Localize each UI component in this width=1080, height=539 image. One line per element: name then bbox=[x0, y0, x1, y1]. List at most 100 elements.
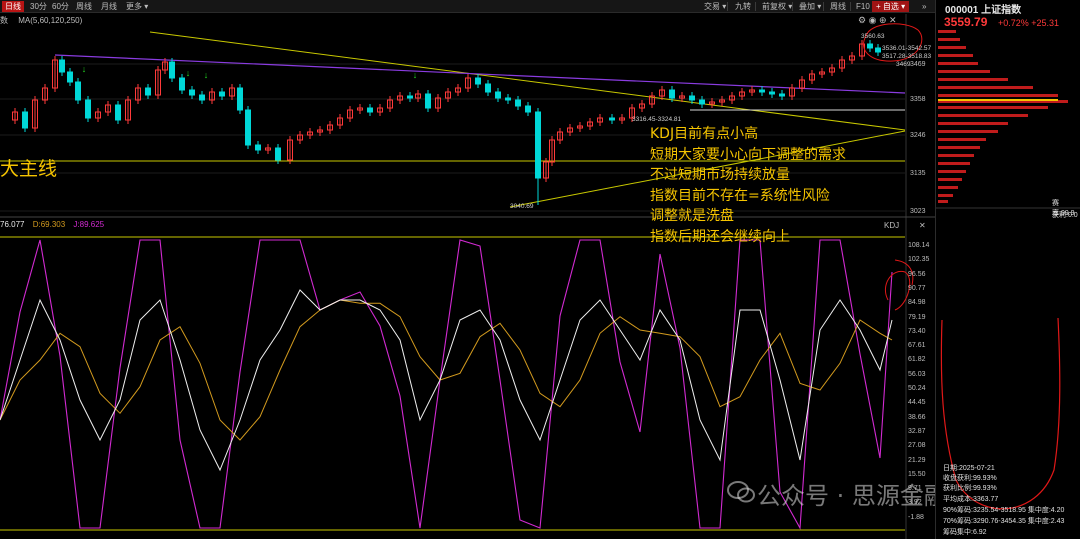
candle-body bbox=[219, 91, 225, 97]
candle-body bbox=[145, 87, 151, 96]
kdj-axis-tick: 73.40 bbox=[908, 327, 926, 335]
price-tick: 3246 bbox=[910, 132, 926, 139]
kdj-axis-tick: 56.03 bbox=[908, 370, 926, 378]
chip-bar bbox=[938, 78, 1008, 81]
settings-icons: ⚙ ◉ ⊕ ✕ bbox=[858, 15, 897, 26]
candle-body bbox=[85, 99, 91, 119]
chip-bar bbox=[938, 138, 986, 141]
gear-icon[interactable]: ⚙ bbox=[858, 15, 866, 25]
price-tick: 3023 bbox=[910, 208, 926, 215]
kdj-axis-tick: 61.82 bbox=[908, 356, 926, 364]
annotation-line: 短期大家要小心向下调整的需求 bbox=[650, 146, 846, 163]
candle-body bbox=[515, 99, 521, 107]
candle-body bbox=[699, 99, 705, 105]
price-tick: 3469 bbox=[910, 61, 926, 68]
plus-icon[interactable]: ⊕ bbox=[879, 15, 887, 25]
candle-body bbox=[609, 117, 615, 121]
candle-body bbox=[179, 77, 185, 91]
kdj-d-value: D:69.303 bbox=[32, 220, 66, 229]
info-line: 日期:2025-07-21 bbox=[943, 465, 995, 472]
ma-legend: 数 MA(5,60,120,250) bbox=[0, 15, 82, 26]
watermark: 公众号 · 思源金融 bbox=[757, 482, 948, 510]
chip-bar bbox=[938, 146, 980, 149]
annotation-line: 不过短期市场持续放量 bbox=[650, 167, 790, 183]
candle-body bbox=[759, 89, 765, 93]
chip-bar bbox=[938, 154, 974, 157]
kdj-axis-tick: 50.24 bbox=[908, 385, 926, 392]
kdj-k-value: 76.077 bbox=[0, 220, 25, 229]
close-icon[interactable]: ✕ bbox=[889, 15, 897, 25]
chip-bar bbox=[938, 94, 1058, 97]
kdj-axis-tick: 79.19 bbox=[908, 313, 926, 321]
kdj-axis-tick: 38.66 bbox=[908, 413, 926, 421]
chip-bar bbox=[938, 178, 962, 181]
kdj-axis-tick: 90.77 bbox=[908, 284, 926, 292]
info-line: 70%筹码:3290.76-3454.35 集中度:2.43 bbox=[943, 518, 1065, 525]
annotation-line: 指数后期还会继续向上 bbox=[650, 228, 790, 245]
kdj-axis-tick: 84.98 bbox=[908, 299, 926, 307]
info-line: 90%筹码:3235.54-3518.95 集中度:4.20 bbox=[943, 507, 1065, 514]
box1-label: 3536.01-3542.57 bbox=[882, 45, 932, 52]
down-arrow-icon: ↓ bbox=[204, 70, 209, 80]
candle-body bbox=[779, 93, 785, 97]
info-line: 筹码集中:6.92 bbox=[943, 529, 987, 536]
kdj-k-line bbox=[0, 289, 893, 472]
chip-bar bbox=[938, 46, 966, 49]
kdj-j-value: J:89.625 bbox=[73, 220, 105, 229]
kdj-axis-tick: 27.08 bbox=[908, 442, 926, 450]
chip-bar bbox=[938, 38, 960, 41]
candle-body bbox=[115, 104, 121, 121]
info-line: 获利比例:99.93% bbox=[943, 485, 997, 492]
info-line: 收盘获利:99.93% bbox=[943, 475, 997, 482]
high-price-label: 3560.63 bbox=[861, 33, 885, 40]
box2-label: 3517.28-3518.83 bbox=[882, 53, 932, 60]
candle-body bbox=[75, 81, 81, 101]
kdj-close-icon[interactable]: ✕ bbox=[919, 221, 926, 230]
candle-body bbox=[425, 93, 431, 109]
candle-body bbox=[485, 83, 491, 93]
down-arrow-icon: ↓ bbox=[82, 64, 87, 74]
annotation-line: 调整就是洗盘 bbox=[650, 208, 734, 224]
box-mid-label: 3469 bbox=[896, 61, 911, 68]
candle-body bbox=[59, 59, 65, 73]
chip-bar bbox=[938, 54, 973, 57]
price-tick: 3135 bbox=[910, 170, 926, 177]
range-mid-label: 3316.45-3324.81 bbox=[632, 116, 682, 123]
candle-body bbox=[255, 144, 261, 151]
candle-body bbox=[867, 43, 873, 49]
main-left-label: 数 bbox=[0, 16, 8, 25]
kdj-title: KDJ bbox=[884, 221, 900, 230]
candle-body bbox=[275, 147, 281, 161]
chip-distribution bbox=[936, 30, 1080, 510]
main-line-label: 大主线 bbox=[0, 158, 58, 180]
chip-bar bbox=[938, 194, 953, 197]
signal-arrows: ↓ ↓ ↓ ↓ bbox=[82, 64, 418, 80]
candle-body bbox=[169, 61, 175, 79]
kdj-axis-tick: -1.88 bbox=[908, 513, 924, 521]
chip-bar bbox=[938, 70, 990, 73]
quote-panel: 000001 上证指数 3559.79 +0.72% +25.31 赛率:99.… bbox=[935, 0, 1080, 539]
candle-body bbox=[237, 87, 243, 111]
candle-body bbox=[189, 89, 195, 96]
candle-body bbox=[22, 111, 28, 129]
candle-body bbox=[495, 91, 501, 99]
chip-bar bbox=[938, 186, 958, 189]
candle-body bbox=[505, 97, 511, 101]
kdj-axis-tick: 67.61 bbox=[908, 342, 926, 350]
down-arrow-icon: ↓ bbox=[413, 70, 418, 80]
eye-icon[interactable]: ◉ bbox=[869, 15, 877, 25]
candle-body bbox=[875, 47, 881, 53]
candle-body bbox=[689, 95, 695, 101]
annotation-text: KDJ目前有点小高 短期大家要小心向下调整的需求 不过短期市场持续放量 指数目前… bbox=[650, 124, 846, 247]
candle-body bbox=[245, 109, 251, 146]
ma-legend-text: MA(5,60,120,250) bbox=[18, 16, 83, 25]
chip-bar bbox=[938, 114, 1028, 117]
chip-bar bbox=[938, 170, 966, 173]
info-line: 平均成本:3363.77 bbox=[943, 496, 999, 503]
kdj-axis-tick: 102.35 bbox=[908, 256, 930, 264]
kdj-d-line bbox=[0, 299, 893, 441]
candle-body bbox=[769, 91, 775, 95]
candle-body bbox=[525, 105, 531, 113]
kdj-axis-tick: 44.45 bbox=[908, 399, 926, 407]
candle-body bbox=[367, 107, 373, 113]
